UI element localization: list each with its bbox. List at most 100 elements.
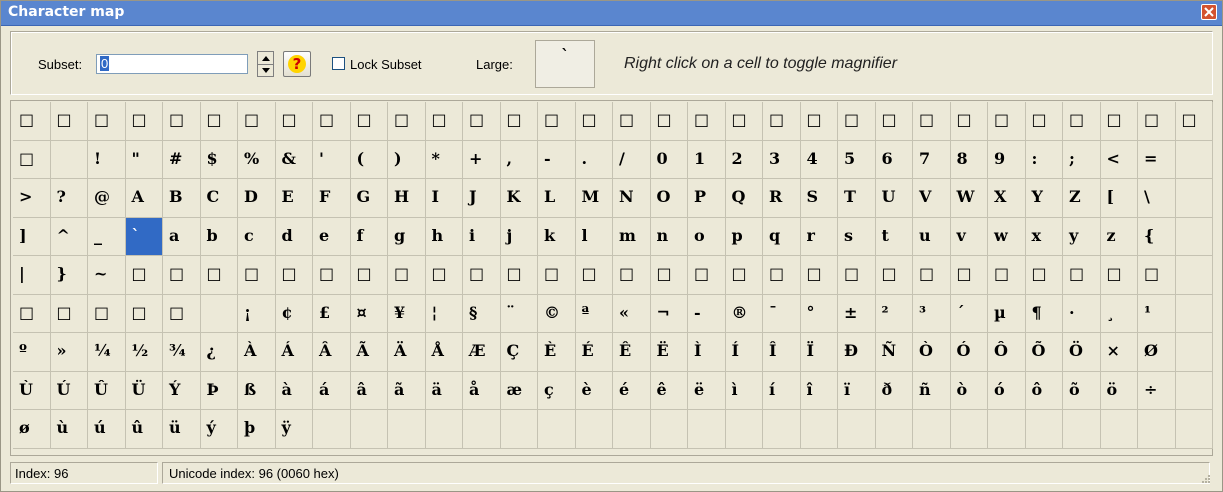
char-cell[interactable]: □ xyxy=(50,102,88,141)
char-cell[interactable]: 9 xyxy=(988,140,1026,179)
char-cell[interactable]: 2 xyxy=(725,140,763,179)
char-cell[interactable]: Ç xyxy=(500,333,538,372)
char-cell[interactable]: X xyxy=(988,179,1026,218)
char-cell[interactable]: © xyxy=(538,294,576,333)
char-cell[interactable]: V xyxy=(913,179,951,218)
char-cell[interactable]: E xyxy=(275,179,313,218)
char-cell[interactable]: □ xyxy=(463,102,501,141)
char-cell[interactable]: □ xyxy=(313,102,351,141)
char-cell[interactable]: ' xyxy=(313,140,351,179)
char-cell[interactable]: - xyxy=(688,294,726,333)
char-cell[interactable]: □ xyxy=(1138,256,1176,295)
char-cell[interactable] xyxy=(1175,333,1213,372)
char-cell[interactable]: K xyxy=(500,179,538,218)
char-cell[interactable]: ¸ xyxy=(1100,294,1138,333)
char-cell[interactable]: R xyxy=(763,179,801,218)
subset-input[interactable]: 0 xyxy=(96,54,248,74)
char-cell[interactable]: r xyxy=(800,217,838,256)
char-cell[interactable] xyxy=(1175,217,1213,256)
char-cell[interactable]: { xyxy=(1138,217,1176,256)
char-cell[interactable]: ö xyxy=(1100,371,1138,410)
char-cell[interactable]: Î xyxy=(763,333,801,372)
char-cell[interactable]: À xyxy=(238,333,276,372)
char-cell[interactable]: î xyxy=(800,371,838,410)
char-cell[interactable]: ð xyxy=(875,371,913,410)
char-cell[interactable]: D xyxy=(238,179,276,218)
char-cell[interactable]: P xyxy=(688,179,726,218)
char-cell[interactable]: y xyxy=(1063,217,1101,256)
char-cell[interactable]: I xyxy=(425,179,463,218)
char-cell[interactable]: □ xyxy=(1025,102,1063,141)
char-cell[interactable]: à xyxy=(275,371,313,410)
char-cell[interactable]: \ xyxy=(1138,179,1176,218)
char-cell[interactable]: Õ xyxy=(1025,333,1063,372)
char-cell[interactable] xyxy=(875,410,913,449)
char-cell[interactable]: @ xyxy=(88,179,126,218)
char-cell[interactable]: · xyxy=(1063,294,1101,333)
char-cell[interactable]: z xyxy=(1100,217,1138,256)
char-cell[interactable]: t xyxy=(875,217,913,256)
char-cell[interactable]: G xyxy=(350,179,388,218)
char-cell[interactable]: _ xyxy=(88,217,126,256)
char-cell[interactable]: □ xyxy=(1175,102,1213,141)
char-cell[interactable]: c xyxy=(238,217,276,256)
char-cell[interactable]: U xyxy=(875,179,913,218)
char-cell[interactable]: b xyxy=(200,217,238,256)
char-cell[interactable] xyxy=(538,410,576,449)
char-cell[interactable]: □ xyxy=(913,256,951,295)
char-cell[interactable] xyxy=(388,410,426,449)
char-cell[interactable]: □ xyxy=(163,256,201,295)
char-cell[interactable]: 1 xyxy=(688,140,726,179)
char-cell[interactable]: ã xyxy=(388,371,426,410)
char-cell[interactable]: h xyxy=(425,217,463,256)
char-cell[interactable]: Ò xyxy=(913,333,951,372)
char-cell[interactable]: m xyxy=(613,217,651,256)
char-cell[interactable]: æ xyxy=(500,371,538,410)
char-cell[interactable]: n xyxy=(650,217,688,256)
char-cell[interactable]: é xyxy=(613,371,651,410)
char-cell[interactable]: ` xyxy=(125,217,163,256)
char-cell[interactable]: □ xyxy=(163,294,201,333)
char-cell[interactable]: □ xyxy=(1138,102,1176,141)
char-cell[interactable]: □ xyxy=(575,102,613,141)
char-cell[interactable]: ? xyxy=(50,179,88,218)
char-cell[interactable]: Â xyxy=(313,333,351,372)
char-cell[interactable]: □ xyxy=(275,256,313,295)
char-cell[interactable] xyxy=(613,410,651,449)
char-cell[interactable]: ÷ xyxy=(1138,371,1176,410)
char-cell[interactable]: g xyxy=(388,217,426,256)
char-cell[interactable]: □ xyxy=(875,102,913,141)
char-cell[interactable]: l xyxy=(575,217,613,256)
char-cell[interactable]: □ xyxy=(125,256,163,295)
char-cell[interactable]: Ø xyxy=(1138,333,1176,372)
char-cell[interactable]: - xyxy=(538,140,576,179)
char-cell[interactable]: / xyxy=(613,140,651,179)
char-cell[interactable]: õ xyxy=(1063,371,1101,410)
char-cell[interactable]: ç xyxy=(538,371,576,410)
char-cell[interactable]: □ xyxy=(950,102,988,141)
char-cell[interactable]: □ xyxy=(88,294,126,333)
char-cell[interactable]: ¿ xyxy=(200,333,238,372)
char-cell[interactable]: Ã xyxy=(350,333,388,372)
char-cell[interactable]: ý xyxy=(200,410,238,449)
char-cell[interactable]: Ü xyxy=(125,371,163,410)
char-cell[interactable]: ¶ xyxy=(1025,294,1063,333)
char-cell[interactable]: ^ xyxy=(50,217,88,256)
char-cell[interactable]: d xyxy=(275,217,313,256)
char-cell[interactable] xyxy=(988,410,1026,449)
char-cell[interactable]: ù xyxy=(50,410,88,449)
char-cell[interactable] xyxy=(1175,371,1213,410)
char-cell[interactable]: L xyxy=(538,179,576,218)
char-cell[interactable]: □ xyxy=(500,102,538,141)
char-cell[interactable]: O xyxy=(650,179,688,218)
char-cell[interactable]: « xyxy=(613,294,651,333)
char-cell[interactable]: Z xyxy=(1063,179,1101,218)
char-cell[interactable]: > xyxy=(13,179,51,218)
char-cell[interactable]: v xyxy=(950,217,988,256)
char-cell[interactable]: Ô xyxy=(988,333,1026,372)
char-cell[interactable] xyxy=(913,410,951,449)
char-cell[interactable]: □ xyxy=(200,256,238,295)
char-cell[interactable]: ] xyxy=(13,217,51,256)
char-cell[interactable]: í xyxy=(763,371,801,410)
char-cell[interactable]: □ xyxy=(613,256,651,295)
